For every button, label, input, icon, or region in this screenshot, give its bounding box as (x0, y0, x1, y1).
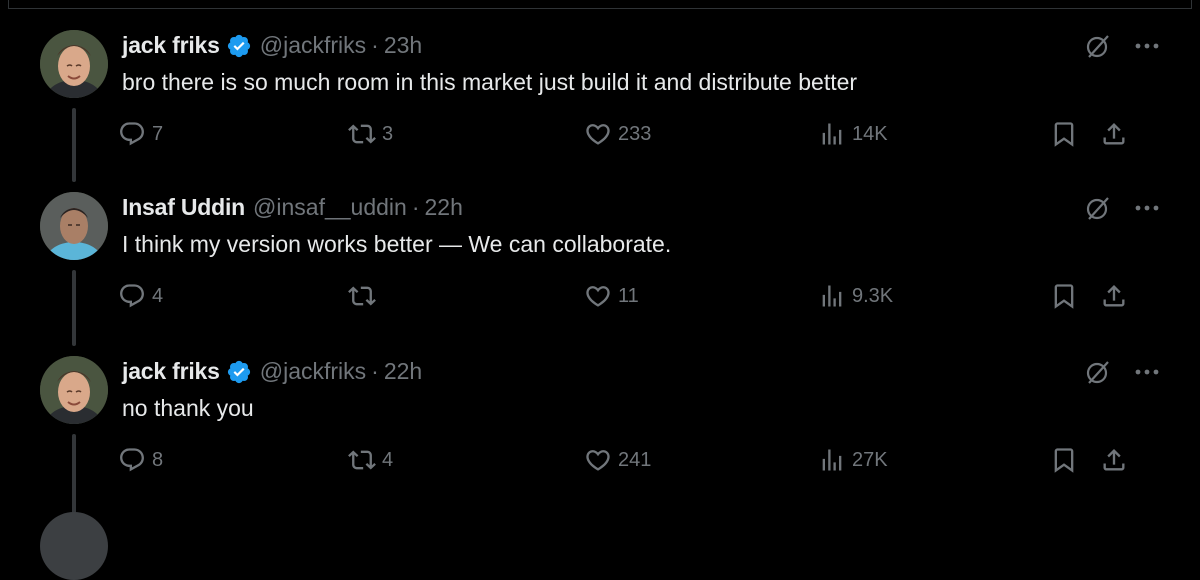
reply-button[interactable]: 7 (118, 120, 163, 148)
views-button[interactable]: 14K (818, 120, 888, 148)
view-count: 27K (852, 448, 888, 471)
separator-dot: · (371, 32, 379, 58)
verified-badge-icon (227, 360, 250, 383)
tweet-text: bro there is so much room in this market… (122, 69, 858, 95)
tweet[interactable]: Insaf Uddin @insaf__uddin · 22h I think … (0, 192, 1200, 355)
more-icon[interactable] (1134, 204, 1160, 212)
retweet-count: 3 (382, 122, 394, 145)
timestamp[interactable]: 23h (384, 32, 422, 59)
retweet-count: 4 (382, 448, 394, 471)
tweet[interactable]: jack friks @jackfriks · 22h no thank you… (0, 356, 1200, 519)
tweet-text: no thank you (122, 395, 254, 421)
bookmark-button[interactable] (1050, 282, 1078, 310)
tweet-text: I think my version works better — We can… (122, 231, 672, 257)
views-button[interactable]: 9.3K (818, 282, 893, 310)
timestamp[interactable]: 22h (425, 194, 463, 221)
bookmark-icon (1054, 448, 1074, 473)
reply-icon (120, 448, 144, 472)
retweet-button[interactable]: 4 (348, 446, 393, 474)
view-count: 9.3K (852, 284, 894, 307)
like-count: 241 (618, 448, 652, 471)
share-icon (1103, 285, 1125, 307)
retweet-button[interactable] (348, 282, 382, 310)
reply-button[interactable]: 8 (118, 446, 163, 474)
avatar[interactable] (40, 192, 108, 260)
bookmark-button[interactable] (1050, 446, 1078, 474)
more-icon[interactable] (1134, 42, 1160, 50)
timestamp[interactable]: 22h (384, 358, 422, 385)
retweet-icon (348, 450, 376, 470)
reply-icon (120, 122, 144, 146)
author-name[interactable]: Insaf Uddin (122, 194, 245, 221)
retweet-icon (348, 286, 376, 306)
tweet[interactable]: jack friks @jackfriks · 23h bro there is… (0, 30, 1200, 193)
reply-count: 7 (152, 122, 164, 145)
reply-count: 8 (152, 448, 164, 471)
grok-icon[interactable] (1084, 194, 1112, 222)
author-name[interactable]: jack friks (122, 32, 220, 59)
views-button[interactable]: 27K (818, 446, 888, 474)
grok-icon[interactable] (1084, 32, 1112, 60)
like-icon (586, 124, 610, 145)
share-icon (1103, 449, 1125, 471)
grok-icon[interactable] (1084, 358, 1112, 386)
avatar[interactable] (40, 356, 108, 424)
verified-badge-icon (227, 34, 250, 57)
avatar[interactable] (40, 512, 108, 580)
bookmark-icon (1054, 122, 1074, 147)
share-button[interactable] (1100, 282, 1128, 310)
timeline-top-border (0, 0, 1200, 10)
reply-count: 4 (152, 284, 164, 307)
bookmark-button[interactable] (1050, 120, 1078, 148)
like-button[interactable]: 233 (584, 120, 651, 148)
reply-button[interactable]: 4 (118, 282, 163, 310)
share-icon (1103, 123, 1125, 145)
reply-icon (120, 284, 144, 308)
avatar[interactable] (40, 30, 108, 98)
views-icon (822, 123, 842, 145)
separator-dot: · (371, 358, 379, 384)
like-icon (586, 286, 610, 307)
like-count: 11 (618, 284, 639, 307)
retweet-button[interactable]: 3 (348, 120, 393, 148)
like-button[interactable]: 11 (584, 282, 639, 310)
share-button[interactable] (1100, 120, 1128, 148)
author-name[interactable]: jack friks (122, 358, 220, 385)
like-count: 233 (618, 122, 652, 145)
views-icon (822, 285, 842, 307)
views-icon (822, 449, 842, 471)
more-icon[interactable] (1134, 368, 1160, 376)
like-icon (586, 450, 610, 471)
view-count: 14K (852, 122, 888, 145)
author-handle[interactable]: @jackfriks (260, 358, 366, 385)
like-button[interactable]: 241 (584, 446, 651, 474)
bookmark-icon (1054, 284, 1074, 309)
author-handle[interactable]: @jackfriks (260, 32, 366, 59)
retweet-icon (348, 124, 376, 144)
share-button[interactable] (1100, 446, 1128, 474)
author-handle[interactable]: @insaf__uddin (253, 194, 407, 221)
separator-dot: · (411, 194, 420, 220)
